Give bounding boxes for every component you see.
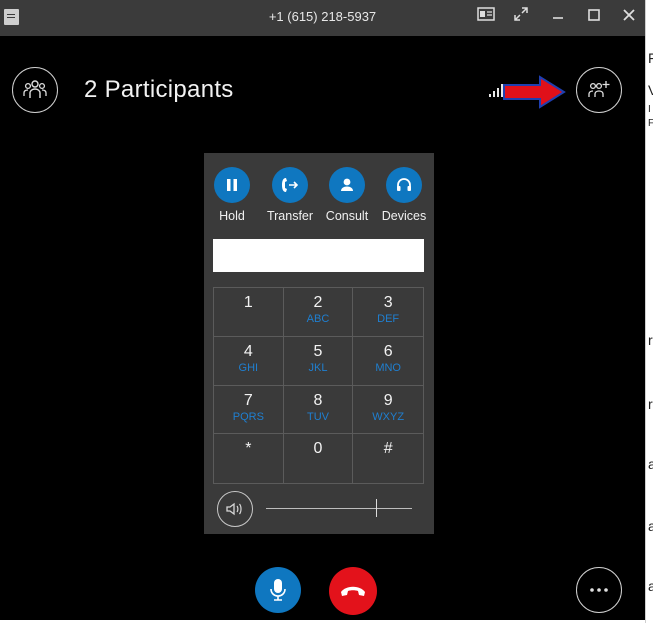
key-6[interactable]: 6 MNO — [353, 337, 423, 386]
key-8[interactable]: 8 TUV — [283, 385, 354, 435]
more-options-button[interactable] — [576, 567, 622, 613]
add-people-icon — [588, 81, 610, 97]
contact-card-icon[interactable] — [474, 6, 498, 30]
transfer-label: Transfer — [266, 209, 314, 223]
pause-icon — [227, 179, 237, 191]
mute-button[interactable] — [255, 567, 301, 613]
close-icon[interactable] — [617, 6, 641, 30]
participants-button[interactable] — [12, 67, 58, 113]
title-bar: +1 (615) 218-5937 — [0, 0, 645, 36]
volume-button[interactable] — [217, 491, 253, 527]
add-people-button[interactable] — [576, 67, 622, 113]
key-star[interactable]: * — [214, 434, 284, 483]
key-9[interactable]: 9 WXYZ — [353, 386, 423, 435]
minimize-icon[interactable] — [546, 6, 570, 30]
participants-count: 2 Participants — [84, 76, 234, 103]
maximize-icon[interactable] — [582, 6, 606, 30]
keypad: 1 2 ABC 3 DEF 4 GHI 5 JKL 6 MNO 7 PQRS 8 TUV 9W… — [213, 287, 424, 484]
key-0[interactable]: 0 — [284, 434, 354, 483]
key-5[interactable]: 5 JKL — [283, 336, 354, 386]
more-options-icon — [590, 588, 608, 592]
annotation-arrow — [503, 75, 566, 109]
people-icon — [23, 80, 47, 98]
key-3[interactable]: 3 DEF — [353, 288, 423, 337]
key-4[interactable]: 4 GHI — [214, 336, 284, 386]
dial-pad-panel: Hold Transfer Consult Devices 1 2 ABC 3 DE… — [204, 153, 434, 534]
key-1[interactable]: 1 — [214, 288, 284, 337]
call-window: +1 (615) 218-5937 2 Participants Hold Tr… — [0, 0, 645, 620]
background-window-edge: F V I F r r a a a — [645, 0, 653, 623]
hold-label: Hold — [219, 209, 245, 223]
hold-button[interactable]: Hold — [207, 167, 257, 223]
volume-slider-thumb[interactable] — [375, 499, 377, 517]
transfer-icon — [282, 178, 299, 192]
key-hash[interactable]: # — [353, 434, 423, 483]
key-7[interactable]: 7 PQRS — [214, 385, 284, 435]
devices-button[interactable]: Devices — [379, 167, 429, 223]
hang-up-icon — [341, 586, 365, 596]
microphone-icon — [270, 579, 286, 601]
key-2[interactable]: 2 ABC — [283, 288, 354, 337]
hang-up-button[interactable] — [329, 567, 377, 615]
pop-out-icon[interactable] — [509, 6, 533, 30]
consult-button[interactable]: Consult — [322, 167, 372, 223]
consult-label: Consult — [325, 209, 369, 223]
transfer-button[interactable]: Transfer — [265, 167, 315, 223]
volume-slider[interactable] — [266, 499, 412, 517]
consult-icon — [341, 178, 353, 191]
devices-label: Devices — [381, 209, 427, 223]
headset-icon — [397, 178, 411, 191]
dial-number-input[interactable] — [213, 239, 424, 272]
speaker-icon — [226, 502, 242, 516]
